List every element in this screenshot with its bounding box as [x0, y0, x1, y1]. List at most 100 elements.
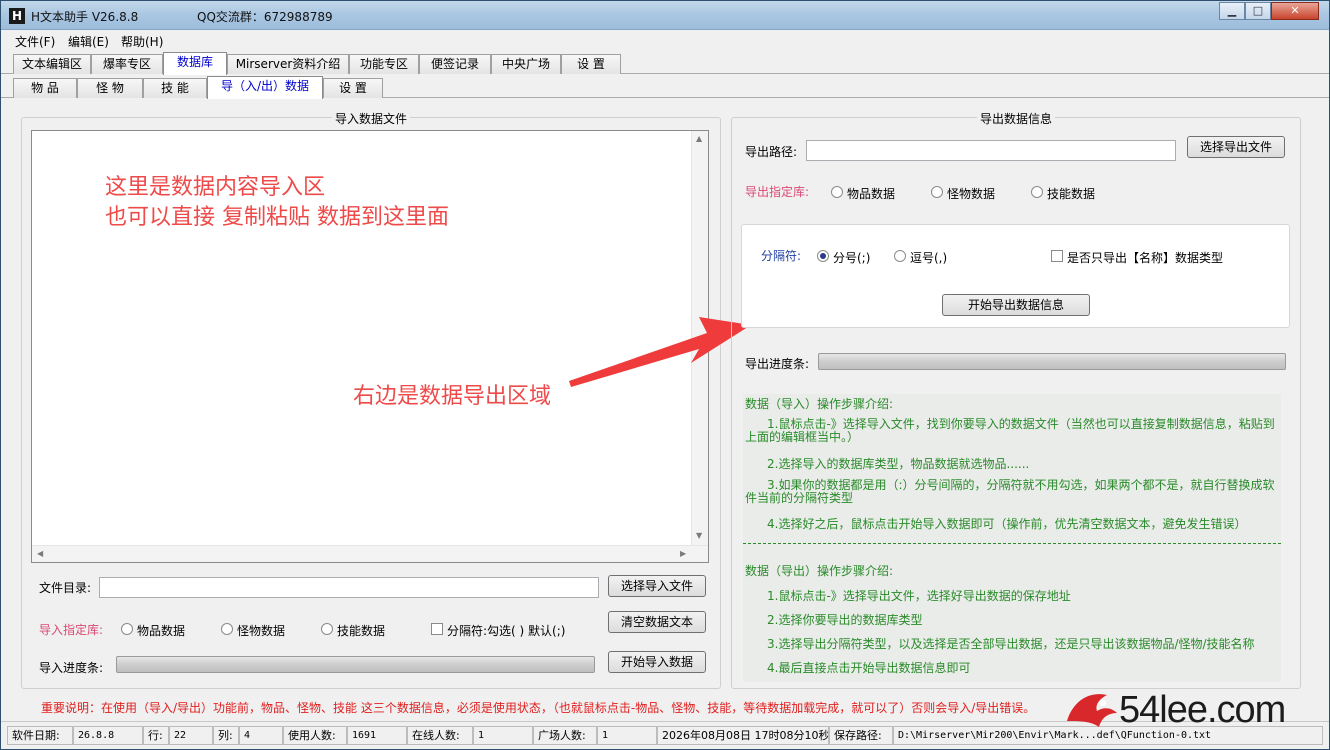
- export-progress-bar: [818, 353, 1286, 370]
- file-dir-input[interactable]: [99, 577, 599, 598]
- maximize-button[interactable]: □: [1245, 2, 1271, 20]
- menu-file[interactable]: 文件(F): [15, 33, 55, 50]
- file-dir-label: 文件目录:: [39, 581, 92, 595]
- menu-help[interactable]: 帮助(H): [121, 33, 163, 50]
- export-db-label: 导出指定库:: [745, 185, 810, 199]
- tab-notes[interactable]: 便签记录: [419, 54, 491, 74]
- export-radio-semicolon[interactable]: [817, 250, 829, 262]
- import-radio-items-label: 物品数据: [137, 624, 186, 638]
- tab-drop-rate[interactable]: 爆率专区: [91, 54, 163, 74]
- subtab-items[interactable]: 物 品: [13, 78, 77, 98]
- horizontal-scrollbar[interactable]: ◀ ▶: [32, 545, 708, 562]
- export-steps-title: 数据（导出）操作步骤介绍:: [745, 564, 894, 578]
- instructions-divider: [743, 543, 1281, 544]
- annotation-import-area: 这里是数据内容导入区: [105, 175, 326, 200]
- status-online-label: 在线人数:: [407, 726, 473, 745]
- scroll-left-icon[interactable]: ◀: [37, 549, 43, 558]
- import-group-title: 导入数据文件: [332, 110, 411, 127]
- subtab-monsters[interactable]: 怪 物: [77, 78, 143, 98]
- export-step-2: 2.选择你要导出的数据库类型: [767, 613, 923, 627]
- important-notice: 重要说明：在使用（导入/导出）功能前，物品、怪物、技能 这三个数据信息，必须是使…: [41, 701, 1036, 715]
- scroll-up-icon[interactable]: ▲: [696, 134, 702, 143]
- tab-functions[interactable]: 功能专区: [349, 54, 419, 74]
- export-radio-monsters[interactable]: [931, 186, 943, 198]
- status-row-label: 行:: [143, 726, 169, 745]
- select-import-file-button[interactable]: 选择导入文件: [608, 575, 706, 597]
- export-path-label: 导出路径:: [745, 145, 798, 159]
- tab-text-edit[interactable]: 文本编辑区: [13, 54, 91, 74]
- export-radio-comma[interactable]: [894, 250, 906, 262]
- tab-settings[interactable]: 设 置: [561, 54, 621, 74]
- status-datetime: 2026年08月08日 17时08分10秒: [657, 726, 829, 745]
- annotation-paste-hint: 也可以直接 复制粘贴 数据到这里面: [105, 205, 449, 230]
- separator-checkbox-label: 分隔符:勾选( ) 默认(;): [447, 624, 566, 638]
- name-only-checkbox[interactable]: [1051, 250, 1063, 262]
- import-steps-title: 数据（导入）操作步骤介绍:: [745, 397, 894, 411]
- qq-group-text: QQ交流群：672988789: [197, 10, 333, 24]
- status-save-label: 保存路径:: [829, 726, 893, 745]
- main-window: H H文本助手 V26.8.8 QQ交流群：672988789 ▁ □ ✕ 文件…: [0, 0, 1330, 750]
- export-radio-items[interactable]: [831, 186, 843, 198]
- export-step-4: 4.最后直接点击开始导出数据信息即可: [767, 661, 971, 675]
- subtab-skills[interactable]: 技 能: [143, 78, 207, 98]
- export-path-input[interactable]: [806, 140, 1176, 161]
- status-users-label: 使用人数:: [283, 726, 347, 745]
- export-radio-skills-label: 技能数据: [1047, 187, 1096, 201]
- select-export-file-button[interactable]: 选择导出文件: [1187, 136, 1285, 158]
- export-radio-skills[interactable]: [1031, 186, 1043, 198]
- status-online-value: 1: [473, 726, 533, 745]
- status-date-label: 软件日期:: [7, 726, 73, 745]
- export-step-1: 1.鼠标点击-》选择导出文件，选择好导出数据的保存地址: [767, 589, 1071, 603]
- status-row-value: 22: [169, 726, 213, 745]
- name-only-checkbox-label: 是否只导出【名称】数据类型: [1067, 251, 1224, 265]
- instructions-panel: 数据（导入）操作步骤介绍: 1.鼠标点击-》选择导入文件，找到你要导入的数据文件…: [743, 394, 1281, 682]
- export-progress-label: 导出进度条:: [745, 357, 810, 371]
- status-col-value: 4: [239, 726, 283, 745]
- watermark-logo-icon: [1067, 694, 1117, 727]
- annotation-export-area: 右边是数据导出区域: [353, 384, 552, 409]
- main-tabs: 文本编辑区 爆率专区 数据库 Mirserver资料介绍 功能专区 便签记录 中…: [1, 52, 1329, 75]
- import-radio-items[interactable]: [121, 623, 133, 635]
- menu-edit[interactable]: 编辑(E): [68, 33, 109, 50]
- window-title: H文本助手 V26.8.8: [31, 10, 139, 24]
- start-export-button[interactable]: 开始导出数据信息: [942, 294, 1090, 316]
- subtab-import-export[interactable]: 导（入/出）数据: [207, 76, 323, 99]
- watermark-text: 54lee.com: [1119, 689, 1286, 731]
- tab-central-plaza[interactable]: 中央广场: [491, 54, 561, 74]
- status-plaza-value: 1: [597, 726, 657, 745]
- title-bar[interactable]: H H文本助手 V26.8.8 QQ交流群：672988789 ▁ □ ✕: [1, 1, 1329, 30]
- sub-tabs: 物 品 怪 物 技 能 导（入/出）数据 设 置: [1, 76, 1329, 99]
- close-button[interactable]: ✕: [1271, 2, 1319, 20]
- import-step-2: 2.选择导入的数据库类型，物品数据就选物品......: [767, 457, 1030, 471]
- status-date-value: 26.8.8: [73, 726, 143, 745]
- app-icon: H: [9, 8, 25, 24]
- import-step-3: 3.如果你的数据都是用（:）分号间隔的，分隔符就不用勾选，如果两个都不是，就自行…: [745, 478, 1275, 505]
- export-group-title: 导出数据信息: [977, 110, 1056, 127]
- scroll-down-icon[interactable]: ▼: [696, 531, 702, 540]
- menu-bar: 文件(F) 编辑(E) 帮助(H): [1, 30, 1329, 50]
- export-radio-semicolon-label: 分号(;): [833, 251, 871, 265]
- tab-database[interactable]: 数据库: [163, 52, 227, 75]
- import-progress-label: 导入进度条:: [39, 661, 104, 675]
- export-radio-comma-label: 逗号(,): [910, 251, 948, 265]
- import-radio-skills[interactable]: [321, 623, 333, 635]
- export-step-3: 3.选择导出分隔符类型，以及选择是否全部导出数据，还是只导出该数据物品/怪物/技…: [767, 637, 1255, 651]
- subtab-settings[interactable]: 设 置: [323, 78, 383, 98]
- import-step-1: 1.鼠标点击-》选择导入文件，找到你要导入的数据文件（当然也可以直接复制数据信息…: [745, 417, 1275, 444]
- export-radio-items-label: 物品数据: [847, 187, 896, 201]
- clear-data-text-button[interactable]: 清空数据文本: [608, 611, 706, 633]
- separator-checkbox[interactable]: [431, 623, 443, 635]
- import-radio-monsters[interactable]: [221, 623, 233, 635]
- status-col-label: 列:: [213, 726, 239, 745]
- import-radio-skills-label: 技能数据: [337, 624, 386, 638]
- scroll-right-icon[interactable]: ▶: [680, 549, 686, 558]
- export-radio-monsters-label: 怪物数据: [947, 187, 996, 201]
- start-import-button[interactable]: 开始导入数据: [608, 651, 706, 673]
- tab-mirserver-info[interactable]: Mirserver资料介绍: [227, 54, 349, 74]
- status-users-value: 1691: [347, 726, 407, 745]
- export-separator-label: 分隔符:: [761, 249, 802, 263]
- import-radio-monsters-label: 怪物数据: [237, 624, 286, 638]
- minimize-button[interactable]: ▁: [1219, 2, 1245, 20]
- import-progress-bar: [116, 656, 595, 673]
- import-step-4: 4.选择好之后，鼠标点击开始导入数据即可（操作前，优先清空数据文本，避免发生错误…: [767, 517, 1247, 531]
